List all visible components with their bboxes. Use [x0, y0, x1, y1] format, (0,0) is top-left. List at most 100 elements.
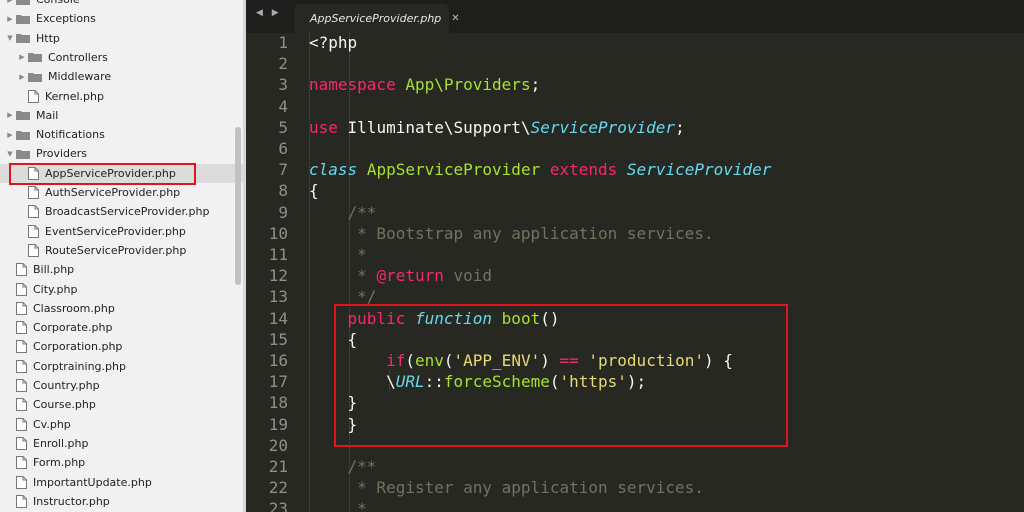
code-token: ); [626, 372, 647, 392]
line-number: 10 [268, 223, 288, 243]
tree-file[interactable]: AuthServiceProvider.php [0, 183, 246, 202]
chevron-right-icon[interactable]: ▶ [6, 111, 14, 119]
tree-file[interactable]: Form.php [0, 453, 238, 472]
line-number: 5 [278, 117, 288, 137]
tree-item-label: Cv.php [33, 417, 71, 431]
code-line: 22 * Register any application services. [246, 477, 1024, 498]
code-line: 7 class AppServiceProvider extends Servic… [246, 159, 1024, 180]
code-text: */ [309, 286, 376, 307]
code-editor[interactable]: 1 <?php 2 3 namespace App\Providers; 4 5 use Il… [246, 33, 1024, 512]
tree-file[interactable]: Corptraining.php [0, 357, 238, 376]
file-icon [16, 321, 27, 335]
code-line: 20 [246, 435, 1024, 456]
tree-file[interactable]: RouteServiceProvider.php [0, 241, 246, 260]
tree-folder[interactable]: ▶ Mail [0, 106, 238, 125]
tab-nav-arrows[interactable]: ◀ ▶ [256, 8, 282, 18]
code-token: * [309, 245, 367, 264]
file-icon [16, 282, 27, 296]
tree-file[interactable]: Corporate.php [0, 318, 238, 337]
code-token: class [309, 160, 358, 180]
sidebar-scrollbar[interactable] [235, 127, 241, 285]
line-number: 22 [268, 478, 288, 498]
tree-file[interactable]: ImportantUpdate.php [0, 473, 238, 492]
code-token: public [347, 308, 406, 328]
tree-file[interactable]: Instructor.php [0, 492, 238, 511]
tree-item-label: RouteServiceProvider.php [45, 243, 187, 257]
code-line: 17 \URL::forceScheme('https'); [246, 371, 1024, 392]
tree-file[interactable]: Country.php [0, 376, 238, 395]
code-text: } [309, 414, 358, 435]
tree-item-label: Instructor.php [33, 494, 110, 508]
chevron-right-icon[interactable]: ▶ [6, 131, 14, 139]
tree-file[interactable]: Kernel.php [0, 87, 246, 106]
chevron-right-icon[interactable]: ▶ [18, 73, 26, 81]
file-icon [28, 243, 39, 257]
code-text: { [309, 180, 319, 201]
close-icon[interactable]: ✕ [451, 13, 459, 24]
tree-file[interactable]: Cv.php [0, 415, 238, 434]
code-token: function [414, 308, 493, 328]
code-text: /** [309, 202, 377, 223]
file-icon [16, 456, 27, 470]
tab-appserviceprovider[interactable]: AppServiceProvider.php ✕ [294, 4, 460, 33]
code-token: * Bootstrap any application services. [309, 223, 714, 243]
tree-folder[interactable]: ▶ Controllers [0, 48, 246, 67]
folder-icon [16, 110, 30, 121]
chevron-right-icon[interactable]: ▶ [6, 0, 14, 4]
tree-item-label: AuthServiceProvider.php [45, 186, 181, 199]
code-token: } [309, 414, 358, 434]
code-token: * Register any application services. [309, 478, 704, 498]
folder-icon [16, 14, 30, 24]
tree-file[interactable]: BroadcastServiceProvider.php [0, 202, 246, 221]
code-line: 2 [246, 53, 1024, 74]
code-token: } [309, 393, 358, 413]
code-token: \ [309, 372, 396, 392]
file-icon [28, 186, 39, 199]
code-line: 15 { [246, 329, 1024, 350]
code-token: ServiceProvider [530, 117, 676, 137]
tree-file[interactable]: EventServiceProvider.php [0, 222, 246, 241]
tree-folder[interactable]: ▶ Console [0, 0, 238, 9]
tree-item-label: AppServiceProvider.php [45, 166, 176, 180]
tree-file[interactable]: Corporation.php [0, 337, 238, 356]
line-number: 13 [268, 287, 288, 307]
chevron-right-icon[interactable]: ▶ [18, 53, 26, 61]
code-text: * Bootstrap any application services. [309, 223, 714, 244]
code-line: 5 use Illuminate\Support\ServiceProvider; [246, 117, 1024, 138]
tree-folder[interactable]: ▶ Middleware [0, 67, 246, 86]
code-token: ) [540, 351, 560, 370]
tree-file[interactable]: AppServiceProvider.php [0, 163, 246, 183]
chevron-down-icon[interactable]: ▼ [6, 150, 14, 158]
tree-item-label: BroadcastServiceProvider.php [45, 205, 210, 219]
tree-file[interactable]: Classroom.php [0, 299, 238, 318]
tree-folder[interactable]: ▶ Notifications [0, 125, 238, 144]
tree-file[interactable]: Enroll.php [0, 434, 238, 453]
code-token: ( [443, 351, 454, 370]
tree-item-label: Corporate.php [33, 321, 113, 335]
tree-file[interactable]: Course.php [0, 395, 238, 414]
tree-item-label: Http [36, 31, 60, 45]
tree-folder[interactable]: ▼ Providers [0, 144, 238, 163]
tree-file[interactable]: Bill.php [0, 260, 238, 279]
folder-icon [16, 33, 30, 44]
folder-icon [16, 130, 30, 140]
code-token: extends [549, 160, 618, 180]
chevron-right-icon[interactable]: ▶ [6, 15, 14, 23]
code-token: env [414, 351, 444, 370]
line-number: 15 [268, 329, 288, 349]
tree-folder[interactable]: ▶ Exceptions [0, 9, 238, 28]
file-icon [16, 417, 27, 431]
tree-item-label: Notifications [36, 128, 105, 142]
tree-file[interactable]: City.php [0, 280, 238, 299]
code-line: 19 } [246, 414, 1024, 435]
tree-folder[interactable]: ▼ Http [0, 29, 238, 48]
tree-item-label: Corptraining.php [33, 359, 126, 373]
code-token: Illuminate\Support\ [337, 117, 531, 137]
chevron-down-icon[interactable]: ▼ [6, 34, 14, 42]
